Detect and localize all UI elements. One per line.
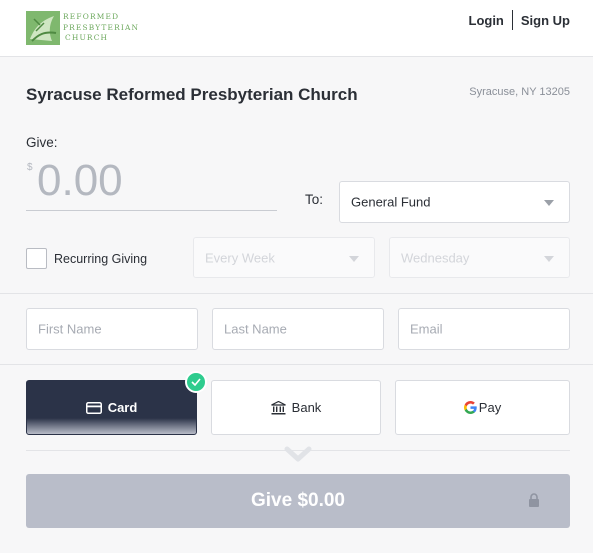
lock-icon [529,493,539,507]
card-icon [85,401,102,414]
recurring-checkbox[interactable] [26,248,47,269]
auth-divider [511,10,513,30]
amount-underline [26,210,277,211]
give-submit-label: Give $0.00 [250,490,346,511]
logo-line-3: CHURCH [65,33,109,43]
fund-select[interactable]: General Fund [339,181,570,223]
church-location: Syracuse, NY 13205 [469,86,570,98]
chevron-down-icon [349,255,359,262]
signup-link[interactable]: Sign Up [521,13,570,28]
section-divider [0,293,593,294]
last-name-placeholder: Last Name [224,321,287,337]
first-name-field[interactable]: First Name [26,308,198,350]
day-select[interactable]: Wednesday [389,237,570,278]
email-field[interactable]: Email [398,308,570,350]
card-method-label: Card [107,400,138,415]
to-label: To: [305,192,324,207]
logo-wordmark: REFORMED PRESBYTERIAN CHURCH [63,12,139,44]
frequency-select[interactable]: Every Week [193,237,375,278]
bank-method-label: Bank [291,400,322,415]
church-logo[interactable]: REFORMED PRESBYTERIAN CHURCH [26,10,138,46]
give-submit-button[interactable]: Give $0.00 [26,474,570,528]
chevron-down-icon [544,255,554,262]
church-name: Syracuse Reformed Presbyterian Church [26,85,358,104]
frequency-select-value: Every Week [205,250,275,265]
google-pay-label: Pay [478,400,502,415]
check-icon [191,378,201,386]
fund-select-value: General Fund [351,194,431,210]
day-select-value: Wednesday [401,250,470,265]
google-g-icon [463,401,477,414]
email-placeholder: Email [410,321,443,337]
chevron-down-icon [544,200,554,206]
selected-check-badge [185,371,207,393]
site-header: REFORMED PRESBYTERIAN CHURCH Login Sign … [0,0,593,57]
bank-icon [270,400,286,415]
chevron-down-icon[interactable] [284,446,312,464]
amount-input[interactable]: 0.00 [37,156,123,206]
give-label: Give: [26,135,58,150]
card-method-button[interactable]: Card [26,380,197,435]
logo-icon [26,11,60,45]
auth-links: Login Sign Up [469,10,570,30]
logo-line-2: PRESBYTERIAN [63,22,140,32]
first-name-placeholder: First Name [38,321,102,337]
google-pay-button[interactable]: Pay [395,380,570,435]
last-name-field[interactable]: Last Name [212,308,384,350]
login-link[interactable]: Login [469,13,504,28]
logo-line-1: REFORMED [63,12,120,21]
section-divider [0,364,593,365]
recurring-label[interactable]: Recurring Giving [54,252,147,266]
bank-method-button[interactable]: Bank [211,380,381,435]
currency-symbol: $ [27,162,33,173]
